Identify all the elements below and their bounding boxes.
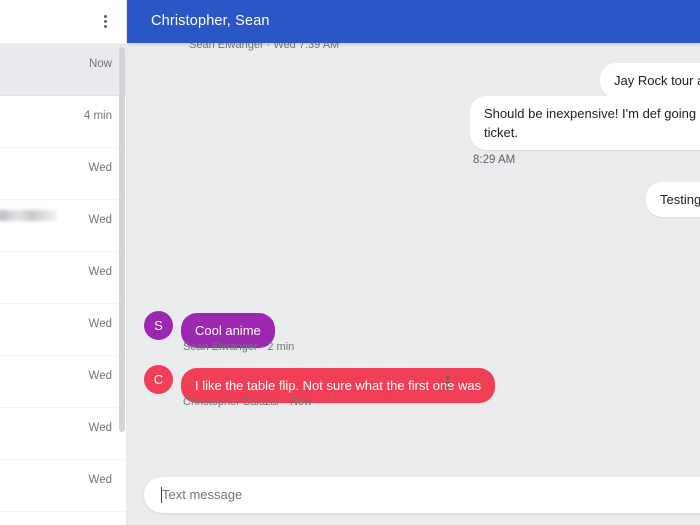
message-bubble[interactable]: Jay Rock tour ann	[600, 63, 700, 98]
message-bubble[interactable]: Should be inexpensive! I'm def going if …	[470, 96, 700, 150]
list-item[interactable]: Wed	[0, 148, 126, 200]
conversation-time: Wed	[88, 474, 112, 486]
list-item[interactable]: Wed em!	[0, 252, 126, 304]
conversation-time: Wed	[88, 162, 112, 174]
conversation-time: Wed	[88, 422, 112, 434]
conversation-time: Wed	[88, 318, 112, 330]
hangouts-app-window: Now 4 min Wed Wed you perform Wed em! We…	[0, 0, 700, 525]
message-caption: Sean Elwanger · 2 min	[183, 341, 295, 353]
sidebar-scrollbar-thumb[interactable]	[119, 47, 125, 432]
conversation-sidebar: Now 4 min Wed Wed you perform Wed em! We…	[0, 0, 127, 525]
list-item[interactable]: Wed	[0, 304, 126, 356]
list-item[interactable]: Wed	[0, 356, 126, 408]
list-item[interactable]: Now	[0, 44, 126, 96]
conversation-time: Wed	[88, 266, 112, 278]
redacted-name-blur	[0, 210, 57, 221]
conversation-list[interactable]: Now 4 min Wed Wed you perform Wed em! We…	[0, 44, 126, 525]
message-composer	[127, 465, 700, 525]
message-input[interactable]	[162, 477, 542, 513]
conversation-time: 4 min	[83, 110, 112, 122]
conversation-time: Wed	[88, 214, 112, 226]
more-vert-icon[interactable]	[438, 371, 456, 393]
message-bubble[interactable]: Testing s	[646, 182, 700, 217]
list-item[interactable]: 4 min	[0, 96, 126, 148]
sidebar-header	[0, 0, 126, 44]
list-item[interactable]: Wed	[0, 460, 126, 512]
list-item[interactable]: Wed you perform	[0, 200, 126, 252]
message-thread[interactable]: Sean Elwanger · Wed 7:39 AM Jay Rock tou…	[127, 0, 700, 465]
conversation-time: Now	[88, 58, 112, 70]
compose-box[interactable]	[144, 477, 700, 513]
thread-timestamp: 8:29 AM	[473, 154, 516, 166]
message-text-line-1: Should be inexpensive! I'm def going if …	[484, 106, 700, 121]
page-title: Christopher, Sean	[151, 13, 270, 29]
avatar[interactable]: C	[144, 365, 173, 394]
message-caption: Christopher Salazar · Now	[183, 396, 312, 408]
message-text-line-2: ticket.	[484, 125, 518, 140]
more-vert-icon[interactable]	[96, 11, 114, 31]
conversation-header: Christopher, Sean	[127, 0, 700, 43]
conversation-time: Wed	[88, 370, 112, 382]
avatar[interactable]: S	[144, 311, 173, 340]
conversation-pane: Sean Elwanger · Wed 7:39 AM Jay Rock tou…	[127, 0, 700, 525]
list-item[interactable]: Wed	[0, 408, 126, 460]
